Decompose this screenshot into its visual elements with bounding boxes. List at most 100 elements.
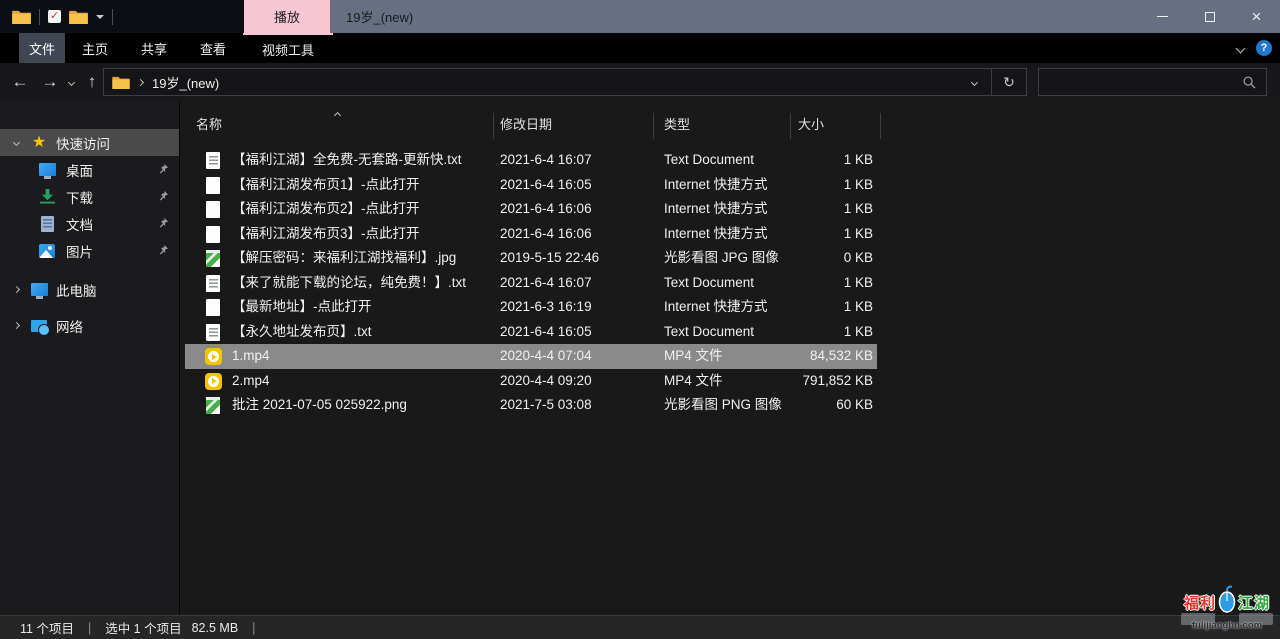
sidebar-item-label: 文档 xyxy=(66,214,93,234)
sidebar-item-pictures[interactable]: 图片 xyxy=(0,237,179,264)
column-divider[interactable] xyxy=(790,113,791,139)
sidebar-item-label: 桌面 xyxy=(66,160,93,180)
column-divider[interactable] xyxy=(653,113,654,139)
close-button[interactable]: × xyxy=(1233,0,1280,33)
table-row[interactable]: 【最新地址】-点此打开 2021-6-3 16:19 Internet 快捷方式… xyxy=(185,295,877,320)
sidebar-item-label: 网络 xyxy=(56,316,83,336)
watermark-domain: fulijianghu.com xyxy=(1179,620,1275,631)
table-row[interactable]: 【来了就能下载的论坛，纯免费！】.txt 2021-6-4 16:07 Text… xyxy=(185,271,877,296)
explorer-window: 播放 19岁_(new) × 文件 主页 共享 查看 视频工具 ? ← → ↑ xyxy=(0,0,1280,639)
sidebar-item-quick-access[interactable]: ★ 快速访问 xyxy=(0,129,179,156)
address-bar[interactable]: 19岁_(new) ↻ xyxy=(103,68,1027,96)
back-button[interactable]: ← xyxy=(8,63,32,101)
breadcrumb-chevron-icon xyxy=(137,78,144,85)
recent-locations-icon[interactable] xyxy=(62,63,80,101)
sort-ascending-icon xyxy=(334,112,341,119)
table-row[interactable]: 1.mp4 2020-4-4 07:04 MP4 文件 84,532 KB xyxy=(185,344,877,369)
table-row[interactable]: 【解压密码：来福利江湖找福利】.jpg 2019-5-15 22:46 光影看图… xyxy=(185,246,877,271)
sidebar-item-desktop[interactable]: 桌面 xyxy=(0,156,179,183)
table-row[interactable]: 【福利江湖发布页2】-点此打开 2021-6-4 16:06 Internet … xyxy=(185,197,877,222)
titlebar-drag-area: 19岁_(new) × xyxy=(330,0,1280,33)
sidebar-item-label: 快速访问 xyxy=(56,133,110,153)
network-icon xyxy=(30,317,48,335)
desktop-icon xyxy=(38,161,56,179)
ribbon-tab-bar: 文件 主页 共享 查看 视频工具 ? xyxy=(0,33,1280,63)
navigation-pane: ★ 快速访问 桌面 下载 文档 图片 xyxy=(0,101,180,615)
computer-icon xyxy=(30,281,48,299)
chevron-right-icon[interactable] xyxy=(12,286,19,293)
column-header-date[interactable]: 修改日期 xyxy=(500,114,552,133)
image-file-icon xyxy=(206,250,220,267)
download-icon xyxy=(38,188,56,206)
tab-video-tools[interactable]: 视频工具 xyxy=(243,33,333,63)
folder-icon xyxy=(112,76,130,89)
new-folder-icon[interactable] xyxy=(69,10,88,24)
breadcrumb[interactable]: 19岁_(new) xyxy=(152,73,219,92)
minimize-icon xyxy=(1157,16,1168,17)
chevron-right-icon[interactable] xyxy=(12,322,19,329)
close-icon: × xyxy=(1252,8,1262,25)
internet-shortcut-icon xyxy=(206,201,220,218)
column-divider[interactable] xyxy=(493,113,494,139)
table-row[interactable]: 【福利江湖发布页1】-点此打开 2021-6-4 16:05 Internet … xyxy=(185,173,877,198)
sidebar-item-network[interactable]: 网络 xyxy=(0,312,179,339)
status-bar: 11 个项目 | 选中 1 个项目 82.5 MB | xyxy=(0,615,1280,639)
search-input[interactable] xyxy=(1039,75,1243,89)
watermark-text-right: 江湖 xyxy=(1238,592,1270,613)
mouse-icon xyxy=(1217,583,1237,613)
table-row[interactable]: 2.mp4 2020-4-4 09:20 MP4 文件 791,852 KB xyxy=(185,369,877,394)
internet-shortcut-icon xyxy=(206,299,220,316)
divider: | xyxy=(252,621,255,635)
sidebar-item-label: 图片 xyxy=(66,241,93,261)
forward-button[interactable]: → xyxy=(38,63,62,101)
pin-icon xyxy=(158,190,169,201)
column-header-name[interactable]: 名称 xyxy=(196,114,222,133)
tab-view[interactable]: 查看 xyxy=(183,33,243,63)
search-icon xyxy=(1243,76,1256,89)
column-header-type[interactable]: 类型 xyxy=(664,114,690,133)
toolbar-separator xyxy=(39,9,40,25)
internet-shortcut-icon xyxy=(206,177,220,194)
sidebar-item-this-pc[interactable]: 此电脑 xyxy=(0,276,179,303)
selected-count: 选中 1 个项目 xyxy=(105,618,181,637)
quick-access-toolbar xyxy=(0,0,244,33)
internet-shortcut-icon xyxy=(206,226,220,243)
search-box[interactable] xyxy=(1038,68,1267,96)
table-row[interactable]: 【永久地址发布页】.txt 2021-6-4 16:05 Text Docume… xyxy=(185,320,877,345)
column-header-size[interactable]: 大小 xyxy=(798,114,824,133)
table-row[interactable]: 【福利江湖发布页3】-点此打开 2021-6-4 16:06 Internet … xyxy=(185,222,877,247)
pin-icon xyxy=(158,163,169,174)
help-icon[interactable]: ? xyxy=(1256,40,1272,56)
customize-toolbar-caret-icon[interactable] xyxy=(96,15,104,19)
star-icon: ★ xyxy=(30,134,48,152)
column-divider[interactable] xyxy=(880,113,881,139)
tab-share[interactable]: 共享 xyxy=(125,33,183,63)
sidebar-item-downloads[interactable]: 下载 xyxy=(0,183,179,210)
folder-icon[interactable] xyxy=(12,10,31,24)
pictures-icon xyxy=(38,242,56,260)
collapse-ribbon-icon[interactable] xyxy=(1236,43,1246,53)
navigation-bar: ← → ↑ 19岁_(new) ↻ xyxy=(0,63,1280,101)
text-file-icon xyxy=(206,152,220,169)
up-button[interactable]: ↑ xyxy=(80,63,104,101)
toolbar-separator xyxy=(112,9,113,25)
table-row[interactable]: 【福利江湖】全免费-无套路-更新快.txt 2021-6-4 16:07 Tex… xyxy=(185,148,877,173)
image-file-icon xyxy=(206,397,220,414)
chevron-down-icon[interactable] xyxy=(12,139,19,146)
tab-file[interactable]: 文件 xyxy=(19,33,65,63)
tab-home[interactable]: 主页 xyxy=(65,33,125,63)
contextual-tab-play[interactable]: 播放 xyxy=(244,0,330,33)
sidebar-item-label: 下载 xyxy=(66,187,93,207)
refresh-icon[interactable]: ↻ xyxy=(992,69,1026,95)
watermark-text-left: 福利 xyxy=(1184,592,1216,613)
video-file-icon xyxy=(205,348,222,365)
address-dropdown-icon[interactable] xyxy=(957,69,991,95)
sidebar-item-documents[interactable]: 文档 xyxy=(0,210,179,237)
video-file-icon xyxy=(205,373,222,390)
maximize-button[interactable] xyxy=(1186,0,1233,33)
text-file-icon xyxy=(206,275,220,292)
titlebar: 播放 19岁_(new) × xyxy=(0,0,1280,33)
properties-check-icon[interactable] xyxy=(48,10,61,23)
minimize-button[interactable] xyxy=(1139,0,1186,33)
table-row[interactable]: 批注 2021-07-05 025922.png 2021-7-5 03:08 … xyxy=(185,393,877,418)
